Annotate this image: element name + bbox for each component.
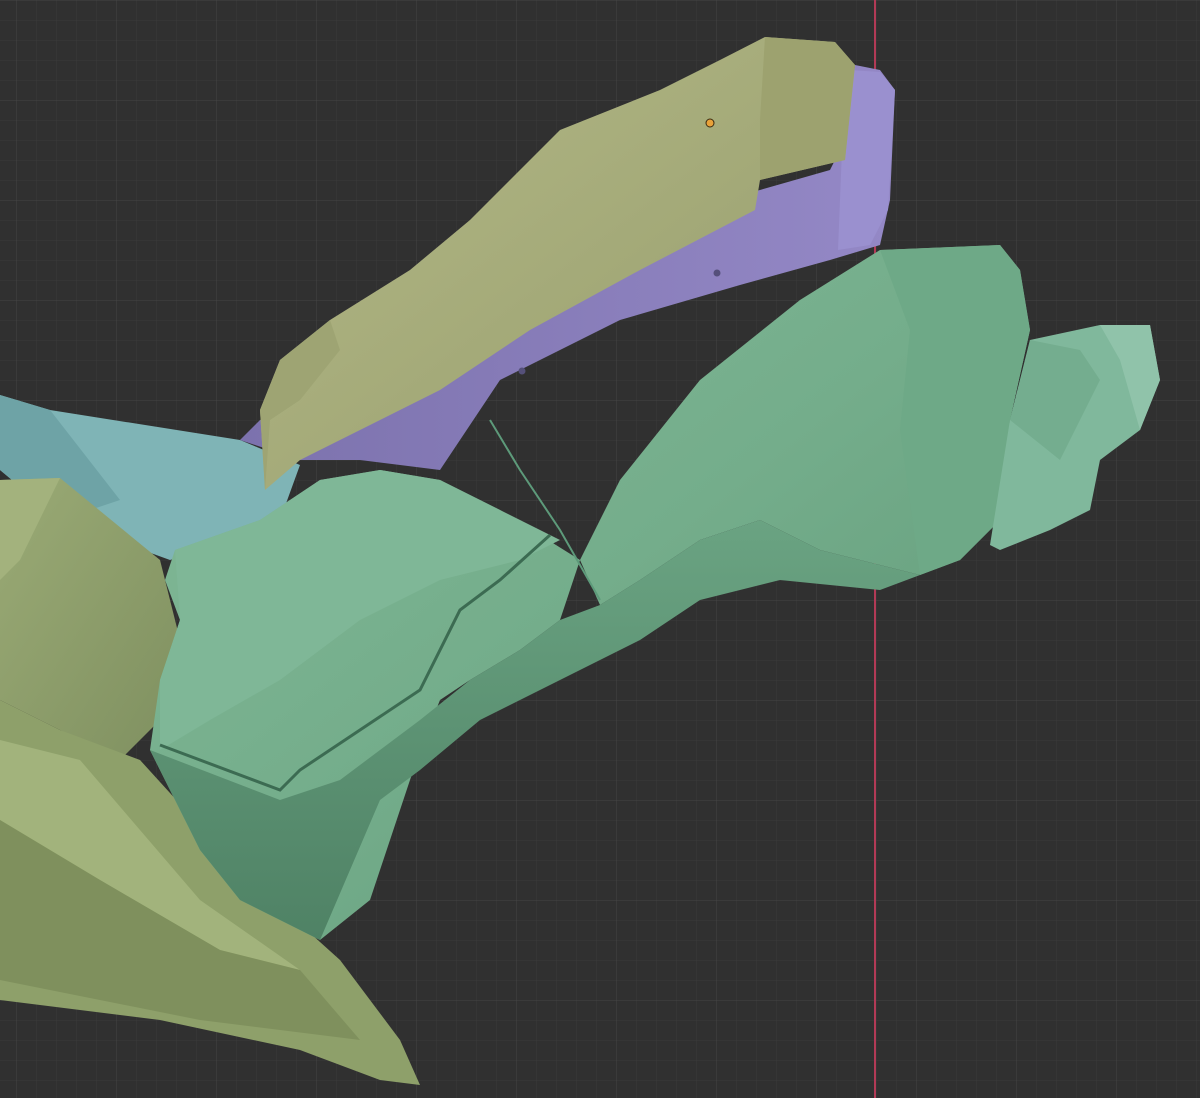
viewport-canvas[interactable] xyxy=(0,0,1200,1098)
origin-point[interactable] xyxy=(705,118,715,128)
3d-viewport[interactable] xyxy=(0,0,1200,1098)
vertex-dot xyxy=(713,269,721,277)
vertex-dot xyxy=(518,367,526,375)
